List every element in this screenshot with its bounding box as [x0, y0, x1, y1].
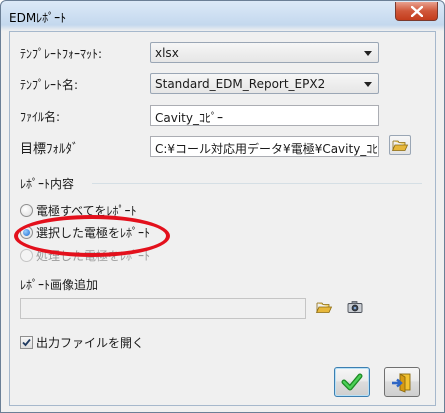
radio-button [20, 249, 33, 262]
template-name-value: Standard_EDM_Report_EPX2 [155, 77, 326, 91]
template-format-value: xlsx [155, 46, 179, 60]
cancel-button[interactable] [384, 367, 420, 397]
report-option-label: 電極すべてをﾚﾎﾟｰﾄ [36, 204, 137, 218]
open-output-checkbox[interactable] [20, 336, 33, 349]
report-image-input[interactable] [20, 298, 306, 319]
file-name-label: ﾌｧｲﾙ名: [20, 110, 61, 124]
dialog-client-area: ﾃﾝﾌﾟﾚｰﾄﾌｫｰﾏｯﾄ: xlsx ﾃﾝﾌﾟﾚｰﾄ名: Standard_E… [9, 31, 436, 406]
exit-icon [392, 373, 411, 393]
template-format-select[interactable]: xlsx [150, 42, 379, 63]
folder-open-icon [391, 140, 409, 151]
target-folder-label: 目標ﾌｫﾙﾀﾞ [20, 142, 79, 157]
file-name-input[interactable]: Cavity_ｺﾋﾟｰ [150, 105, 379, 126]
chevron-down-icon [364, 82, 372, 87]
file-name-value: Cavity_ｺﾋﾟｰ [155, 111, 223, 125]
browse-folder-button[interactable] [389, 135, 411, 155]
template-name-label: ﾃﾝﾌﾟﾚｰﾄ名: [20, 78, 79, 92]
close-icon [411, 6, 423, 17]
radio-button[interactable] [20, 226, 33, 239]
group-separator [92, 183, 422, 184]
edm-report-dialog: EDMﾚﾎﾟｰﾄ ﾃﾝﾌﾟﾚｰﾄﾌｫｰﾏｯﾄ: xlsx ﾃﾝﾌﾟﾚｰﾄ名: S… [0, 0, 445, 413]
capture-image-button[interactable] [345, 298, 367, 318]
title-bar: EDMﾚﾎﾟｰﾄ [1, 1, 444, 31]
folder-open-icon [315, 302, 333, 313]
report-option-label: 選択した電極をﾚﾎﾟｰﾄ [36, 226, 151, 240]
close-button[interactable] [395, 2, 438, 21]
camera-icon [347, 301, 363, 313]
template-format-label: ﾃﾝﾌﾟﾚｰﾄﾌｫｰﾏｯﾄ: [20, 47, 103, 61]
ok-button[interactable] [334, 367, 370, 397]
window-title: EDMﾚﾎﾟｰﾄ [9, 11, 67, 25]
browse-image-button[interactable] [314, 298, 336, 318]
target-folder-input[interactable]: C:¥コール対応用データ¥電極¥Cavity_ｺﾋﾟｰ [150, 136, 379, 157]
template-name-select[interactable]: Standard_EDM_Report_EPX2 [150, 73, 379, 94]
checkmark-icon [22, 338, 31, 347]
report-option-label: 処理した電極をﾚﾎﾟｰﾄ [36, 249, 151, 263]
chevron-down-icon [364, 51, 372, 56]
target-folder-value: C:¥コール対応用データ¥電極¥Cavity_ｺﾋﾟｰ [155, 142, 377, 156]
report-image-label: ﾚﾎﾟｰﾄ画像追加 [20, 278, 99, 292]
checkmark-icon [341, 373, 363, 391]
open-output-label: 出力ファイルを開く [36, 336, 145, 350]
report-content-label: ﾚﾎﾟｰﾄ内容 [20, 177, 75, 191]
radio-button[interactable] [20, 204, 33, 217]
